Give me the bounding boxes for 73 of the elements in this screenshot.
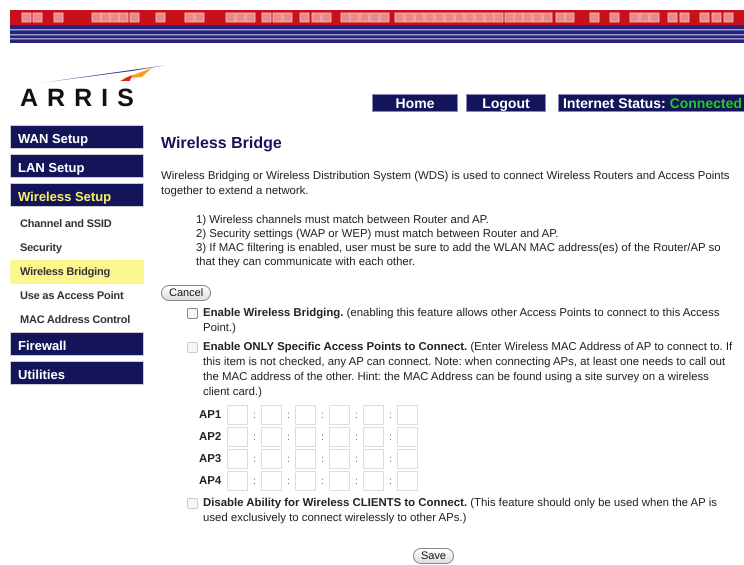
- mac-field[interactable]: [261, 471, 282, 492]
- ap-label: AP1: [199, 408, 222, 423]
- separator-text: :: [252, 452, 257, 467]
- menu-section[interactable]: WAN Setup: [10, 125, 144, 149]
- separator-text: :: [320, 408, 325, 423]
- mac-field[interactable]: [295, 427, 316, 448]
- mac-field[interactable]: [329, 449, 350, 470]
- mac-field[interactable]: [397, 427, 418, 448]
- ap-label: AP2: [199, 430, 222, 445]
- intro-text: Wireless Bridging or Wireless Distribution System (WDS) is used to connect Wireless Routers and Access Points together to extend a network.: [161, 169, 730, 199]
- separator-text: :: [388, 452, 393, 467]
- menu-section[interactable]: LAN Setup: [10, 154, 144, 178]
- separator-text: :: [388, 474, 393, 489]
- separator-text: :: [252, 430, 257, 445]
- mac-field[interactable]: [227, 471, 248, 492]
- mac-field[interactable]: [261, 449, 282, 470]
- separator-text: :: [286, 408, 291, 423]
- internet-status: Internet Status: Connected: [558, 94, 744, 112]
- mac-field[interactable]: [329, 405, 350, 426]
- ap-label: AP4: [199, 474, 222, 489]
- mac-field[interactable]: [329, 471, 350, 492]
- mac-field[interactable]: [227, 427, 248, 448]
- mac-field[interactable]: [329, 427, 350, 448]
- rule-text: 2) Security settings (WAP or WEP) must match between Router and AP.: [196, 227, 560, 241]
- save-button[interactable]: Save: [412, 548, 454, 564]
- nav-button[interactable]: Logout: [466, 94, 546, 112]
- mac-field[interactable]: [397, 405, 418, 426]
- mac-field[interactable]: [227, 449, 248, 470]
- ap-label: AP3: [199, 452, 222, 467]
- menu-item[interactable]: Channel and SSID: [10, 212, 144, 236]
- mac-field[interactable]: [363, 427, 384, 448]
- separator-text: :: [354, 474, 359, 489]
- menu-item[interactable]: Security: [10, 236, 144, 260]
- separator-text: :: [320, 474, 325, 489]
- mac-field[interactable]: [261, 427, 282, 448]
- separator-text: :: [388, 430, 393, 445]
- logo-text: ARRIS: [20, 85, 144, 111]
- menu-section[interactable]: Utilities: [10, 361, 144, 385]
- checkbox[interactable]: [187, 308, 198, 320]
- separator-text: :: [252, 474, 257, 489]
- mac-field[interactable]: [363, 405, 384, 426]
- mac-field[interactable]: [397, 471, 418, 492]
- option-text: Disable Ability for Wireless CLIENTS to Connect. (This feature should only be used when the AP is used exclusively to connect wirelessly to other APs.): [203, 496, 718, 526]
- option-text: Enable ONLY Specific Access Points to Connect. (Enter Wireless MAC Address of AP to connect to. If this item is not checked, any AP can connect. Note: when connecting APs, at least one needs to call out the MAC address of the other. Hint: the MAC Address can be found using a site survey on a wireless client card.): [203, 340, 734, 400]
- mac-field[interactable]: [295, 471, 316, 492]
- menu-section[interactable]: Firewall: [10, 332, 144, 356]
- separator-text: :: [388, 408, 393, 423]
- menu-section[interactable]: Wireless Setup: [10, 183, 144, 207]
- separator-text: :: [286, 430, 291, 445]
- separator-text: :: [354, 408, 359, 423]
- page-title: Wireless Bridge: [161, 134, 283, 154]
- separator-text: :: [354, 430, 359, 445]
- rule-text: 3) If MAC filtering is enabled, user must be sure to add the WLAN MAC address(es) of the Router/AP so that they can communicate with each other.: [196, 241, 722, 269]
- mac-field[interactable]: [295, 449, 316, 470]
- mac-field[interactable]: [397, 449, 418, 470]
- menu-item[interactable]: Use as Access Point: [10, 284, 144, 308]
- menu-item[interactable]: Wireless Bridging: [10, 260, 144, 284]
- separator-text: :: [286, 452, 291, 467]
- separator-text: :: [286, 474, 291, 489]
- cancel-button[interactable]: Cancel: [161, 285, 212, 301]
- mac-field[interactable]: [295, 405, 316, 426]
- rule-text: 1) Wireless channels must match between Router and AP.: [196, 213, 490, 227]
- separator-text: :: [354, 452, 359, 467]
- mac-field[interactable]: [363, 471, 384, 492]
- mac-field[interactable]: [363, 449, 384, 470]
- nav-button[interactable]: Home: [372, 94, 458, 112]
- mac-field[interactable]: [261, 405, 282, 426]
- mac-field[interactable]: [227, 405, 248, 426]
- separator-text: :: [252, 408, 257, 423]
- separator-text: :: [320, 430, 325, 445]
- menu-item[interactable]: MAC Address Control: [10, 308, 144, 332]
- option-text: Enable Wireless Bridging. (enabling this feature allows other Access Points to connect to this Access Point.): [203, 306, 721, 336]
- separator-text: :: [320, 452, 325, 467]
